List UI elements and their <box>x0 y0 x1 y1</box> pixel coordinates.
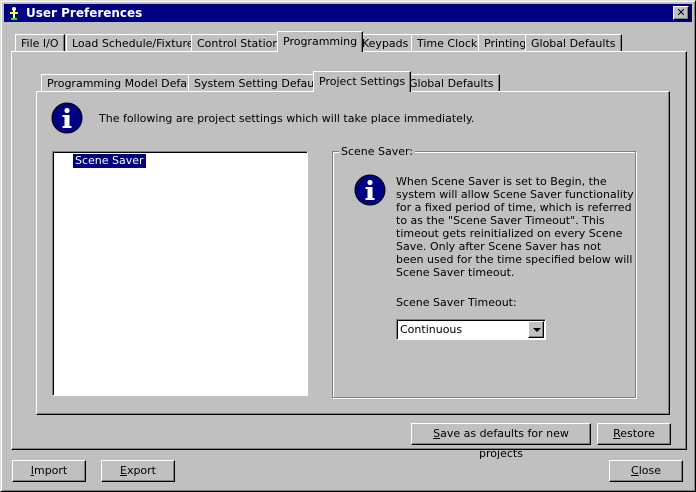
subtab-system-setting-defaults[interactable]: System Setting Defaults <box>188 74 334 92</box>
export-access-key: E <box>119 464 127 477</box>
user-preferences-window: User Preferences ✕ File I/O Load Schedul… <box>0 0 696 492</box>
tab-load-schedule-fixtures[interactable]: Load Schedule/Fixtures <box>66 34 206 52</box>
export-button[interactable]: Export <box>101 460 175 482</box>
close-button[interactable]: Close <box>609 460 683 482</box>
tab-programming[interactable]: Programming <box>277 31 364 52</box>
subtab-project-settings[interactable]: Project Settings <box>313 71 412 92</box>
description-line: Save. Only after Scene Saver has not <box>396 240 602 253</box>
window-title: User Preferences <box>26 6 143 20</box>
restore-button[interactable]: Restore <box>597 423 671 445</box>
selected-timeout-value: Continuous <box>400 323 463 336</box>
scene-saver-timeout-select[interactable]: Continuous <box>396 319 546 340</box>
import-button[interactable]: Import <box>12 460 86 482</box>
info-icon <box>51 102 83 134</box>
description-line: been used for the time specified below w… <box>396 253 633 266</box>
tab-time-clock[interactable]: Time Clock <box>411 34 484 52</box>
tab-file-io[interactable]: File I/O <box>15 34 65 52</box>
description-line: timeout gets reinitialized on every Scen… <box>396 227 623 240</box>
settings-listbox[interactable]: Scene Saver <box>52 151 308 396</box>
list-item-scene-saver[interactable]: Scene Saver <box>73 154 146 168</box>
import-label: mport <box>33 464 68 477</box>
close-access-key: C <box>631 464 639 477</box>
description-line: When Scene Saver is set to Begin, the <box>396 175 607 188</box>
dropdown-arrow-icon[interactable] <box>528 321 544 338</box>
title-bar: User Preferences ✕ <box>4 4 692 22</box>
tab-global-defaults[interactable]: Global Defaults <box>525 34 622 52</box>
save-defaults-label: ave as defaults for new projects <box>440 427 569 460</box>
close-label: lose <box>638 464 661 477</box>
export-label: xport <box>126 464 156 477</box>
scene-saver-timeout-label: Scene Saver Timeout: <box>396 296 517 309</box>
description-line: to as the "Scene Saver Timeout". This <box>396 214 605 227</box>
app-icon <box>7 5 21 21</box>
restore-label: estore <box>620 427 655 440</box>
description-line: Scene Saver timeout. <box>396 266 515 279</box>
info-icon <box>354 174 386 206</box>
save-defaults-button[interactable]: Save as defaults for new projects <box>411 423 591 460</box>
scene-saver-group-label: Scene Saver: <box>339 145 416 158</box>
info-message: The following are project settings which… <box>99 112 475 125</box>
subtab-global-defaults[interactable]: Global Defaults <box>403 74 500 92</box>
close-icon[interactable]: ✕ <box>673 6 689 20</box>
scene-saver-description: When Scene Saver is set to Begin, the sy… <box>396 175 634 279</box>
description-line: system will allow Scene Saver functional… <box>396 188 634 201</box>
tab-keypads[interactable]: Keypads <box>356 34 415 52</box>
description-line: for a fixed period of time, which is ref… <box>396 201 632 214</box>
